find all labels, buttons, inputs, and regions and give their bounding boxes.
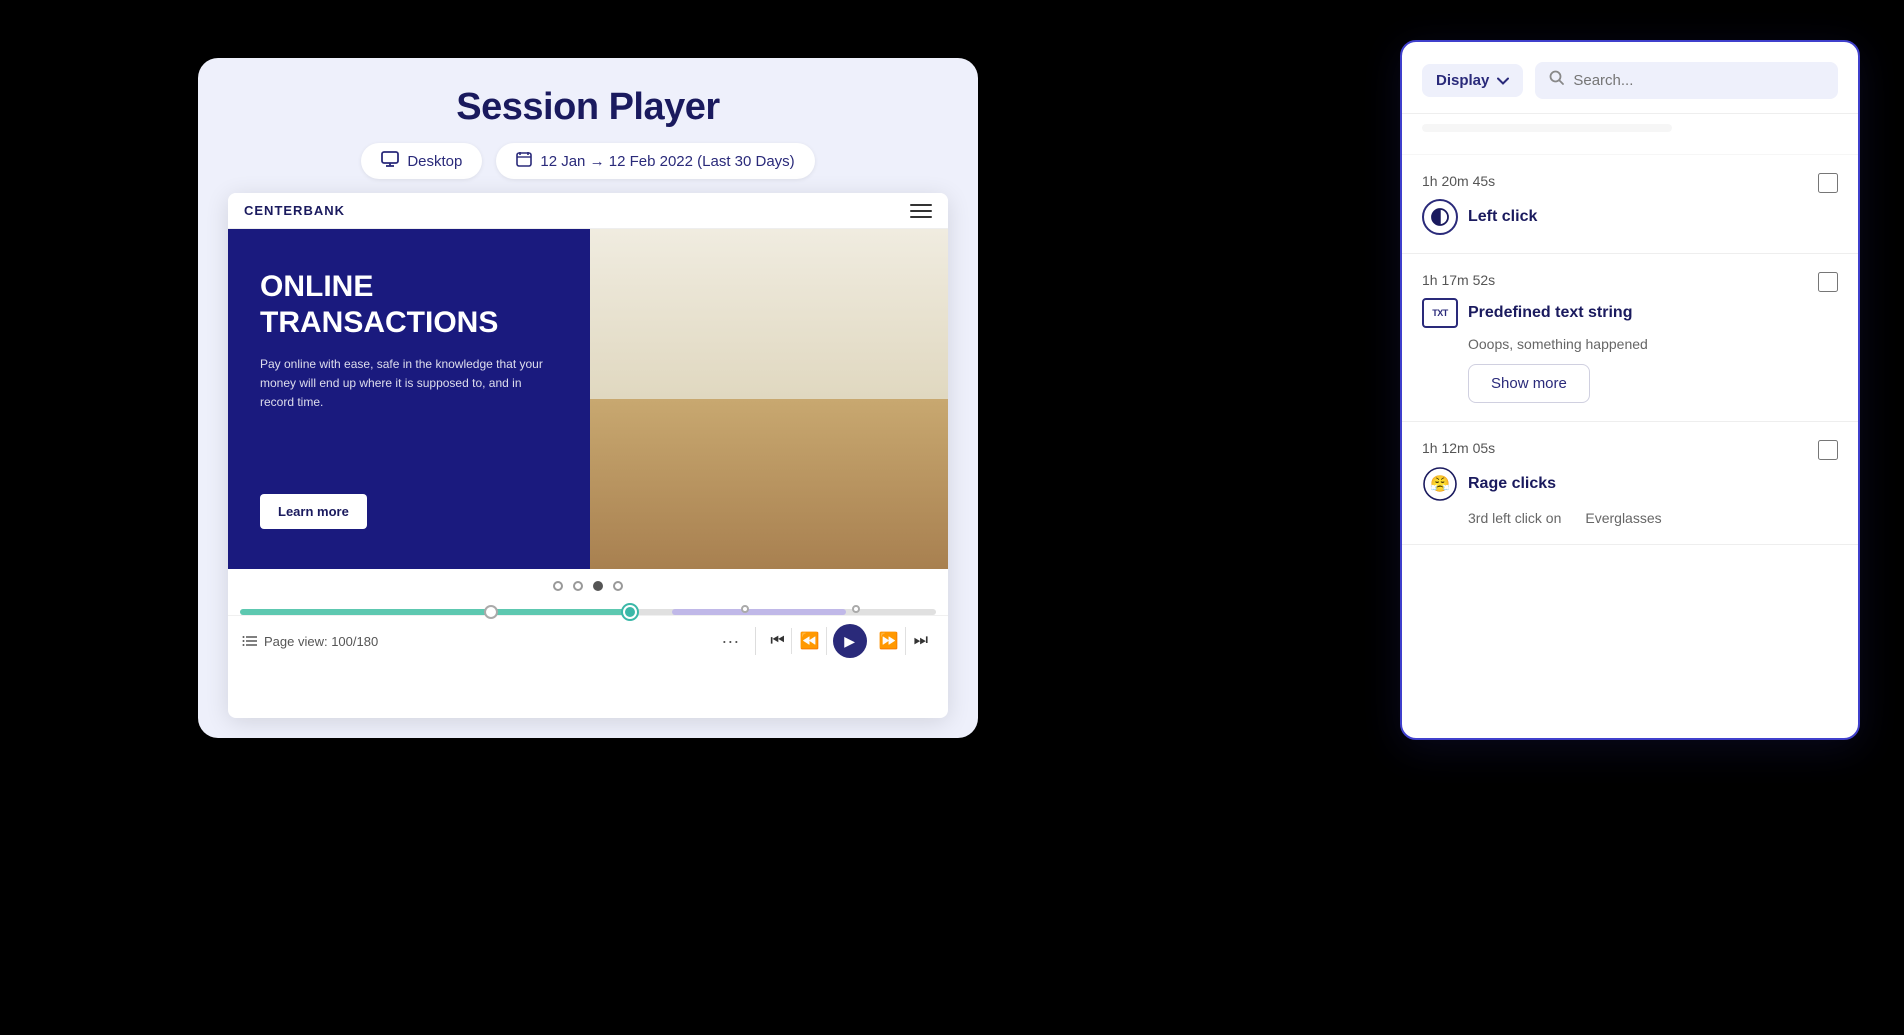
event-checkbox-1[interactable] [1818, 173, 1838, 193]
panel-header: Display [1402, 42, 1858, 114]
event-label-2: Predefined text string [1468, 304, 1632, 322]
hero-image [590, 229, 948, 569]
more-options-button[interactable]: ··· [713, 631, 747, 652]
hero-desc: Pay online with ease, safe in the knowle… [260, 355, 558, 413]
video-timeline [228, 603, 948, 615]
event-checkbox-3[interactable] [1818, 440, 1838, 460]
event-checkbox-2[interactable] [1818, 272, 1838, 292]
list-icon [242, 635, 258, 647]
date-range-label: 12 Jan → 12 Feb 2022 (Last 30 Days) [540, 153, 794, 170]
brand-name: CENTERBANK [244, 203, 345, 218]
player-controls: Page view: 100/180 ··· ⏮ ⏪ ▶ ⏩ ⏭ [228, 615, 948, 666]
session-player-card: Session Player Desktop 12 Ja [198, 58, 978, 738]
page-title: Session Player [456, 86, 719, 129]
event-detail-3: 3rd left click on Everglasses [1422, 510, 1818, 526]
display-dropdown[interactable]: Display [1422, 64, 1523, 97]
page-view-label: Page view: 100/180 [242, 634, 378, 649]
event-panel: Display 1h 20m [1400, 40, 1860, 740]
dot-3[interactable] [593, 581, 603, 591]
search-icon [1549, 70, 1565, 91]
partial-event-item [1402, 114, 1858, 155]
monitor-icon [381, 151, 399, 171]
carousel-dots [228, 569, 948, 603]
display-label: Display [1436, 72, 1489, 89]
browser-mockup: CENTERBANK ONLINETRANSACTIONS Pay online… [228, 193, 948, 718]
dot-4[interactable] [613, 581, 623, 591]
timeline-dot-4 [852, 605, 860, 613]
event-time-1: 1h 20m 45s [1422, 173, 1537, 189]
left-click-icon [1422, 199, 1458, 235]
event-time-2: 1h 17m 52s [1422, 272, 1818, 288]
rewind-button[interactable]: ⏪ [794, 627, 827, 655]
fast-forward-button[interactable]: ⏩ [873, 627, 906, 655]
event-detail-2: Ooops, something happened [1422, 336, 1818, 352]
rage-click-detail-right: Everglasses [1585, 510, 1661, 526]
event-label-3: Rage clicks [1468, 475, 1556, 493]
txt-icon: TXT [1422, 298, 1458, 328]
timeline-dot-1 [484, 605, 498, 619]
event-type-row-2: TXT Predefined text string [1422, 298, 1818, 328]
panel-body: 1h 20m 45s Left click [1402, 114, 1858, 738]
page-view-text: Page view: 100/180 [264, 634, 378, 649]
hero-banner: ONLINETRANSACTIONS Pay online with ease,… [228, 229, 948, 569]
timeline-green-segment [240, 609, 623, 615]
search-input[interactable] [1573, 72, 1824, 89]
skip-to-start-button[interactable]: ⏮ [764, 628, 791, 654]
desktop-label: Desktop [407, 153, 462, 170]
timeline-dot-current[interactable] [623, 605, 637, 619]
timeline-bar[interactable] [240, 609, 936, 615]
show-more-button[interactable]: Show more [1468, 364, 1590, 403]
dot-2[interactable] [573, 581, 583, 591]
event-item-left-click: 1h 20m 45s Left click [1402, 155, 1858, 254]
play-button[interactable]: ▶ [833, 624, 867, 658]
event-time-3: 1h 12m 05s [1422, 440, 1818, 456]
chevron-down-icon [1497, 72, 1509, 89]
timeline-purple-segment [672, 609, 846, 615]
skip-to-end-button[interactable]: ⏭ [908, 628, 934, 654]
event-type-row-3: 😤 Rage clicks [1422, 466, 1818, 502]
event-item-predefined-text: 1h 17m 52s TXT Predefined text string Oo… [1402, 254, 1858, 422]
event-item-rage-clicks: 1h 12m 05s 😤 Rage clicks 3rd left click … [1402, 422, 1858, 545]
calendar-icon [516, 151, 532, 171]
event-type-row-1: Left click [1422, 199, 1537, 235]
hero-left: ONLINETRANSACTIONS Pay online with ease,… [228, 229, 590, 569]
event-label-1: Left click [1468, 208, 1537, 226]
hero-title: ONLINETRANSACTIONS [260, 269, 558, 341]
browser-toolbar: CENTERBANK [228, 193, 948, 229]
rage-click-detail-left: 3rd left click on [1468, 510, 1561, 526]
date-range-button[interactable]: 12 Jan → 12 Feb 2022 (Last 30 Days) [496, 143, 814, 179]
learn-more-button[interactable]: Learn more [260, 494, 367, 529]
svg-text:😤: 😤 [1430, 475, 1450, 493]
search-box[interactable] [1535, 62, 1838, 99]
rage-clicks-icon: 😤 [1422, 466, 1458, 502]
desktop-button[interactable]: Desktop [361, 143, 482, 179]
controls-row: Desktop 12 Jan → 12 Feb 2022 (Last 30 Da… [361, 143, 814, 179]
hamburger-icon[interactable] [910, 204, 932, 218]
dot-1[interactable] [553, 581, 563, 591]
player-buttons: ··· ⏮ ⏪ ▶ ⏩ ⏭ [713, 624, 934, 658]
